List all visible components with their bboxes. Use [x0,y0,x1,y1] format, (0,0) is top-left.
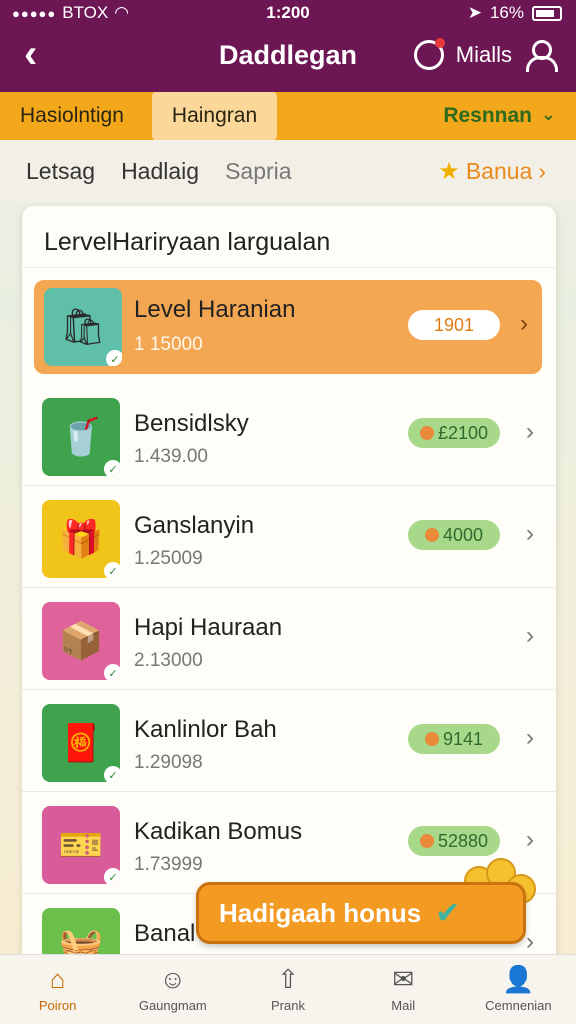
reward-amount: £2100 [437,422,488,443]
chevron-down-icon: ⌄ [540,104,556,124]
badge-icon: ✓ [104,766,120,782]
chevron-right-icon: › [526,826,534,853]
top-bar: ●●●●● BTOX ◠ 1:200 ➤ 16% ‹ Daddlegan Mia… [0,0,576,92]
star-icon: ★ [438,157,460,185]
arrow-up-icon: ⇧ [277,964,299,994]
home-icon: ⌂ [49,964,66,994]
chevron-right-icon: › [526,724,534,751]
profile-icon: 👤 [502,964,535,994]
bonus-link[interactable]: ★ Banua › [438,157,546,186]
badge-icon: ✓ [106,350,122,366]
status-bar: ●●●●● BTOX ◠ 1:200 ➤ 16% [0,0,576,26]
mail-label[interactable]: Mialls [456,42,512,68]
chevron-right-icon: › [538,157,546,184]
coin-icon [419,834,434,848]
list-item[interactable]: 📦 ✓ Hapi Hauraan 2.13000 › [22,588,556,690]
tab-bar: Hasiolntign Haingran Resnnan ⌄ [0,92,576,140]
reward-pill: 1901 [408,310,500,340]
claim-bonus-button[interactable]: Hadigaah honus ✔ [196,882,526,944]
item-value: 1.29098 [134,752,203,773]
reward-pill: 52880 [407,826,500,856]
chevron-right-icon: › [520,310,528,337]
reward-amount: 52880 [437,830,488,851]
mail-icon: ✉ [392,964,415,994]
item-value: 1.439.00 [134,446,208,467]
sub-navigation: Letsag Hadlaig Sapria ★ Banua › [0,140,576,202]
bottom-nav-label: Prank [271,998,305,1013]
list-item[interactable]: 🛍 ✓ Level Haranian 1 15000 1901 › [34,280,542,374]
bottom-nav-item[interactable]: 👤 Cemnenian [461,955,576,1024]
reward-list-card: LervelHariryaan largualan 🛍 ✓ Level Harani… [22,206,556,966]
list-item[interactable]: 🥤 ✓ Bensidlsky 1.439.00 £2100 › [22,384,556,486]
shopping-bag-icon: 🛍 ✓ [44,288,122,366]
bottom-nav-label: Gaungmam [138,998,207,1013]
item-name: Kadikan Bomus [134,818,303,845]
bottom-nav-label: Cemnenian [485,998,552,1013]
reward-pill: 4000 [408,520,500,550]
drink-cup-icon: 🥤 ✓ [42,398,120,476]
badge-icon: ✓ [104,562,120,578]
user-icon[interactable] [524,40,558,72]
check-icon: ✔ [435,896,461,930]
coin-icon [424,732,439,746]
tab-1[interactable]: Hasiolntign [0,92,144,140]
bottom-nav-item[interactable]: ⇧ Prank [230,955,345,1024]
badge-icon: ✓ [104,460,120,476]
item-value: 1.73999 [134,854,203,875]
badge-icon: ✓ [104,664,120,680]
bottom-nav: ⌂ Poiron ☺ Gaungmam ⇧ Prank ✉ Mail 👤 Cemnenian [0,954,576,1024]
list-item[interactable]: 🧧 ✓ Kanlinlor Bah 1.29098 9141 › [22,690,556,792]
app-header: ‹ Daddlegan Mialls [0,26,576,92]
gift-box-icon: 🎁 ✓ [42,500,120,578]
subnav-item-2[interactable]: Hadlaig [121,158,199,185]
tab-2-active[interactable]: Haingran [151,92,278,140]
subnav-item-3[interactable]: Sapria [225,158,291,185]
item-name: Ganslanyin [134,512,255,539]
item-name: Hapi Hauraan [134,614,283,641]
reward-amount: 4000 [442,524,484,545]
list-item[interactable]: 🎁 ✓ Ganslanyin 1.25009 4000 › [22,486,556,588]
chevron-right-icon: › [526,622,534,649]
item-name: Banal [134,920,196,947]
red-envelope-icon: 🧧 ✓ [42,704,120,782]
item-name: Level Haranian [134,296,296,323]
item-name: Kanlinlor Bah [134,716,277,743]
chevron-right-icon: › [526,928,534,955]
reward-pill: 9141 [408,724,500,754]
battery-icon [532,5,562,21]
item-value: 1 15000 [134,334,203,355]
list-title: LervelHariryaan largualan [22,206,556,268]
claim-bonus-label: Hadigaah honus [219,897,422,928]
face-icon: ☺ [159,964,187,994]
bottom-nav-label: Mail [391,998,416,1013]
package-icon: 📦 ✓ [42,602,120,680]
coin-icon [419,426,434,440]
bottom-nav-label: Poiron [38,998,77,1013]
location-icon: ➤ [467,3,482,22]
badge-icon: ✓ [104,868,120,884]
tab-dropdown[interactable]: Resnnan ⌄ [423,92,576,140]
bonus-label: Banua [465,157,533,184]
item-value: 1.25009 [134,548,203,569]
item-name: Bensidlsky [134,410,249,437]
item-value: 2.13000 [134,650,203,671]
reward-pill: £2100 [407,418,500,448]
chevron-right-icon: › [526,418,534,445]
bottom-nav-item[interactable]: ☺ Gaungmam [115,955,230,1024]
reward-amount: 9141 [442,728,484,749]
coin-icon [424,528,439,542]
bottom-nav-item[interactable]: ✉ Mail [346,955,461,1024]
bottom-nav-item[interactable]: ⌂ Poiron [0,955,115,1024]
tab-dropdown-label: Resnnan [443,104,532,127]
battery-percent: 16% [489,3,524,22]
coupon-box-icon: 🎫 ✓ [42,806,120,884]
reward-amount: 1901 [433,314,475,335]
chevron-right-icon: › [526,520,534,547]
notification-icon[interactable] [413,38,445,70]
subnav-item-1[interactable]: Letsag [26,158,95,185]
